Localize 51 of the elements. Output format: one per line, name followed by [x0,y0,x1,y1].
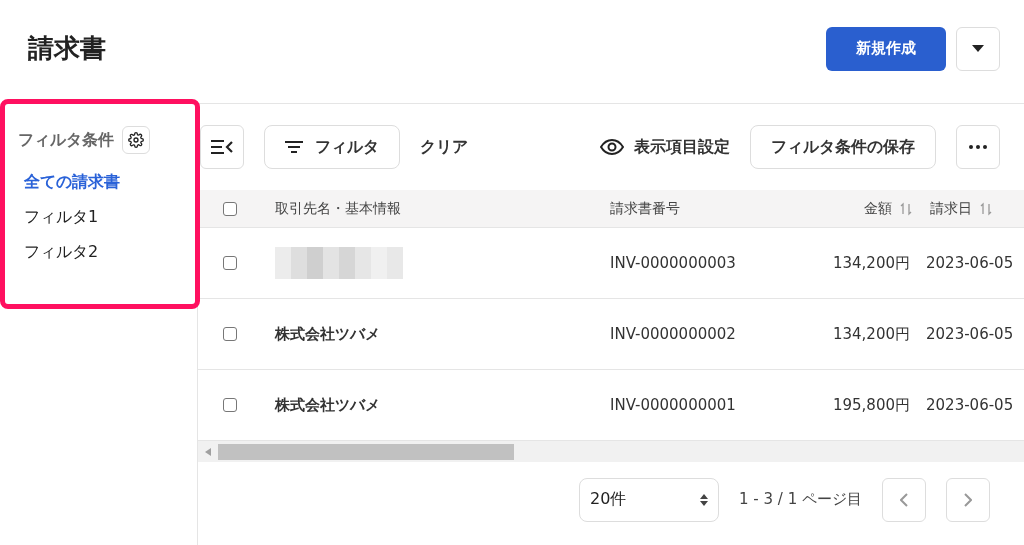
select-all-checkbox[interactable] [223,201,237,216]
page-size-select[interactable]: 20件 [579,477,720,522]
settings-button[interactable] [122,126,150,154]
sort-icon[interactable] [900,201,912,216]
invoice-date: 2023-06-05 [926,325,1014,343]
column-header: 金額 [864,199,892,218]
row-checkbox[interactable] [223,398,237,412]
collapse-icon [210,139,234,155]
page-title: 請求書 [28,32,107,65]
amount: 134,200円 [832,324,910,344]
collapse-button[interactable] [200,125,244,169]
chevron-left-icon [900,492,908,507]
eye-icon [600,139,624,155]
amount: 134,200円 [832,253,910,273]
scrollbar-thumb[interactable] [218,443,514,460]
more-button[interactable] [956,125,1000,169]
column-header: 取引先名・基本情報 [275,199,401,218]
scroll-left-icon[interactable] [205,447,211,456]
invoice-number: INV-0000000001 [610,396,736,414]
sort-icon[interactable] [980,201,992,216]
invoice-number: INV-0000000002 [610,325,736,343]
filter-item[interactable]: 全ての請求書 [18,172,182,193]
more-icon [969,145,987,149]
dropdown-button[interactable] [956,26,1000,71]
clear-button[interactable]: クリア [420,136,468,158]
filter-item[interactable]: フィルタ1 [18,207,182,228]
caret-icon [972,45,984,52]
filter-item[interactable]: フィルタ2 [18,242,182,263]
column-settings-button[interactable]: 表示項目設定 [600,136,730,158]
row-checkbox[interactable] [223,256,237,270]
updown-icon [700,493,709,506]
invoice-number: INV-0000000003 [610,254,736,272]
invoice-date: 2023-06-05 [926,396,1014,414]
next-page-button[interactable] [946,477,990,522]
chevron-right-icon [964,492,972,507]
settings-icon [128,132,144,148]
client-name: 株式会社ツバメ [275,395,380,415]
filter-icon [285,141,303,153]
create-button[interactable]: 新規作成 [826,26,946,71]
column-header: 請求日 [930,199,972,218]
sidebar-title: フィルタ条件 [18,129,114,151]
save-filter-button[interactable]: フィルタ条件の保存 [750,125,936,169]
amount: 195,800円 [832,395,910,415]
client-name: 株式会社ツバメ [275,324,380,344]
row-checkbox[interactable] [223,327,237,341]
prev-page-button[interactable] [882,477,926,522]
page-range: 1 - 3 / 1 ページ目 [739,490,862,509]
column-header: 請求書番号 [610,199,680,218]
invoice-date: 2023-06-05 [926,254,1014,272]
horizontal-scrollbar[interactable] [198,441,1024,462]
filter-button[interactable]: フィルタ [264,125,400,169]
